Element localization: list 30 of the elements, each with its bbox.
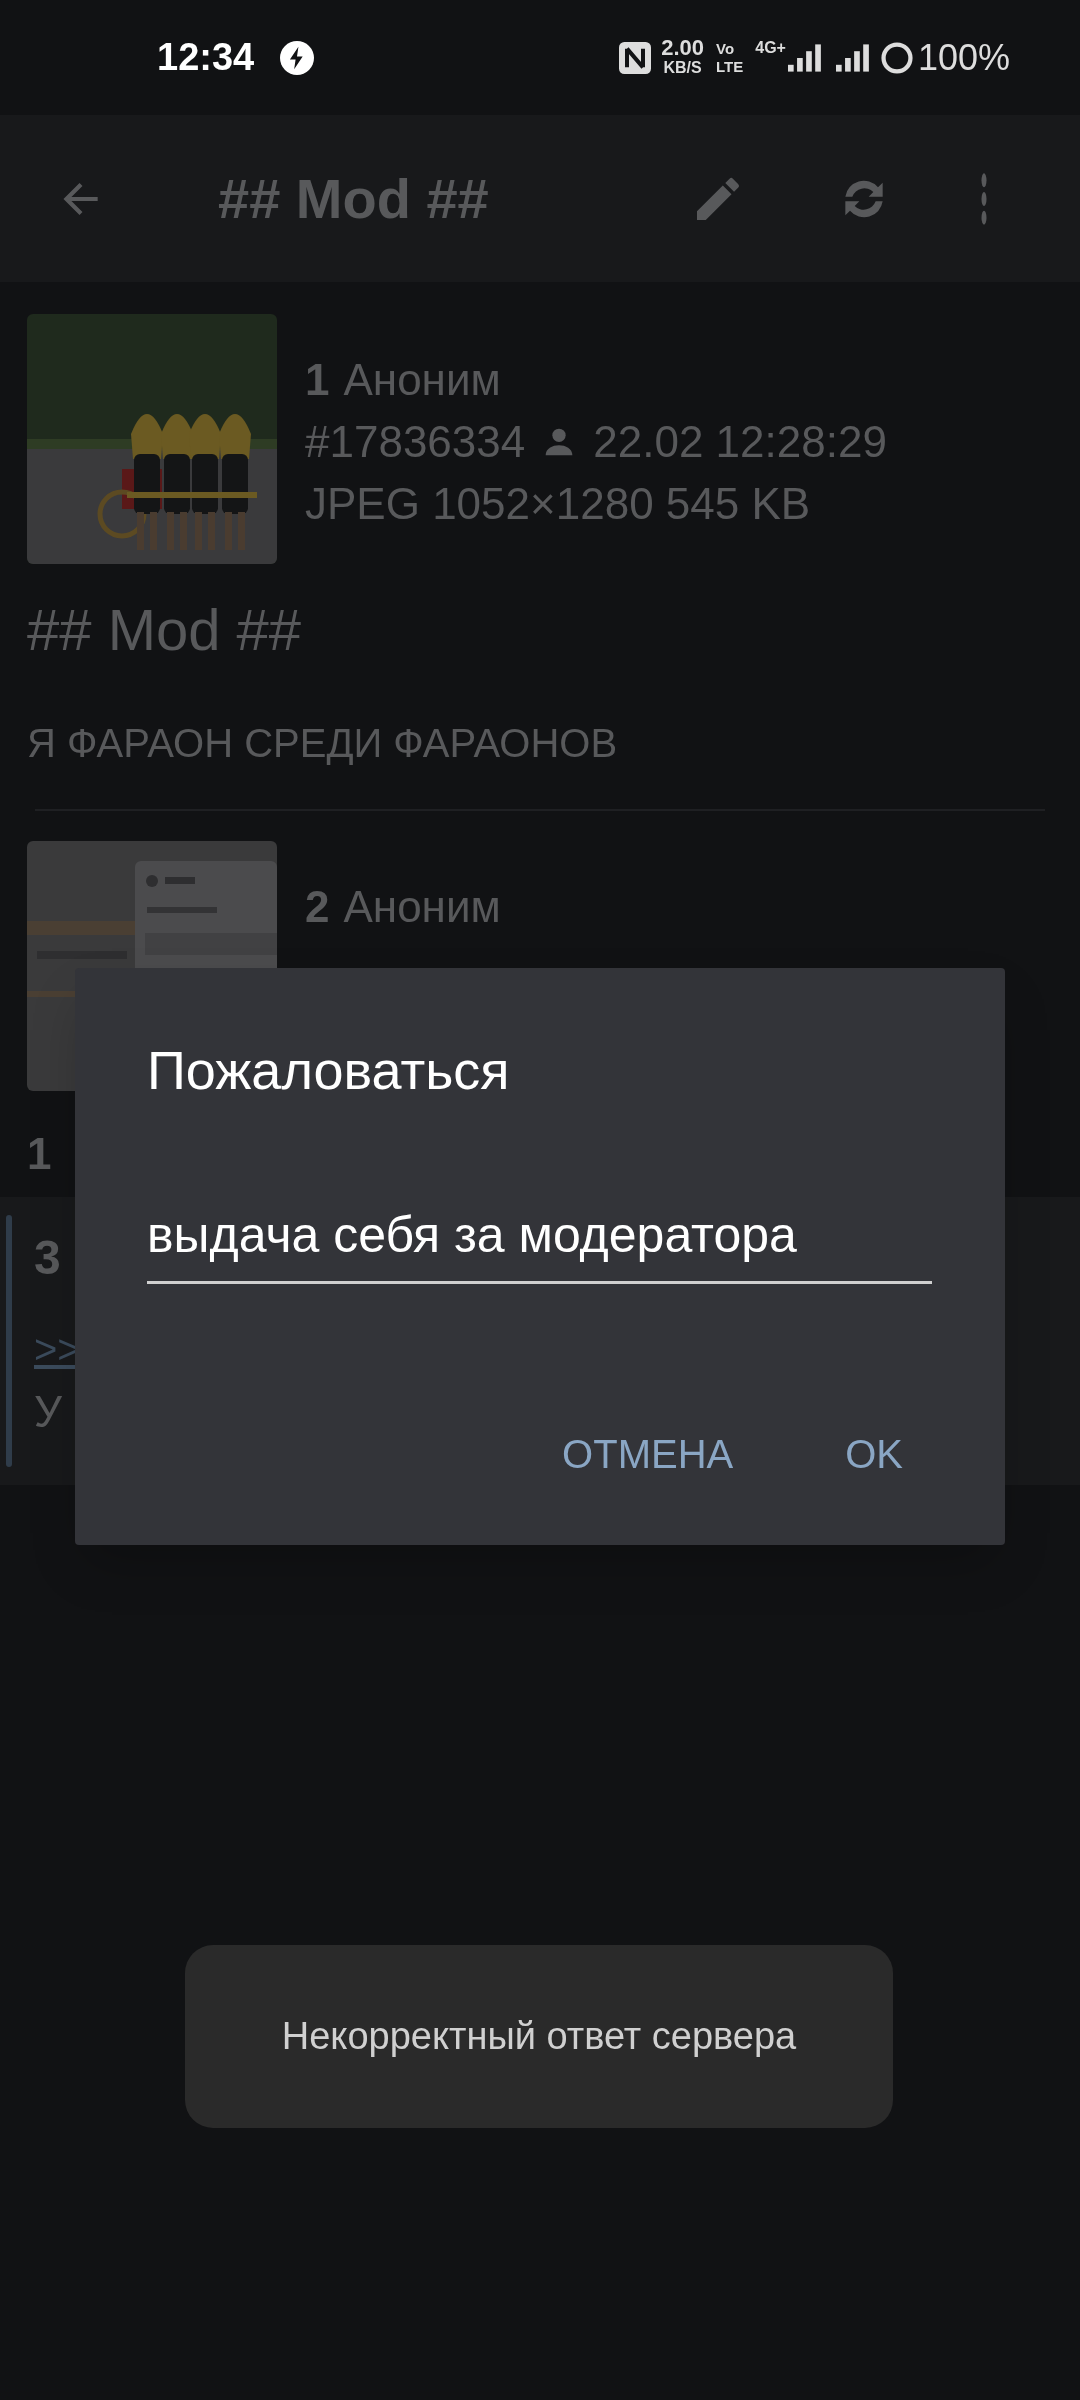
network-type: 4G+	[755, 38, 786, 58]
post-author: Аноним	[343, 881, 501, 933]
clock: 12:34	[157, 35, 255, 80]
post-text: 1	[27, 1129, 52, 1178]
signal-icon	[835, 42, 870, 73]
toast-message: Некорректный ответ сервера	[281, 2014, 797, 2059]
post-author: Аноним	[343, 354, 501, 406]
speed-unit: KB/S	[663, 57, 702, 78]
post-text: У	[34, 1387, 62, 1436]
battery-ring-icon	[879, 40, 914, 75]
post-text: Я ФАРАОН СРЕДИ ФАРАОНОВ	[27, 721, 618, 765]
reason-field[interactable]: выдача себя за модератора	[147, 1198, 932, 1284]
battery-level: 100%	[917, 35, 1010, 80]
speed-value: 2.00	[661, 37, 704, 58]
volte-label: LTE	[716, 57, 744, 76]
bolt-icon	[280, 40, 315, 75]
post-subject: ## Mod ##	[27, 596, 303, 664]
post-number: 2	[305, 881, 330, 933]
dialog-title: Пожаловаться	[147, 1039, 511, 1102]
post-id: #17836334	[305, 416, 526, 468]
post-number: 3	[34, 1230, 61, 1286]
file-info: JPEG 1052×1280 545 KB	[305, 478, 812, 530]
signal-icon	[787, 42, 822, 73]
nfc-icon	[619, 41, 652, 74]
ok-button[interactable]: OK	[839, 1414, 909, 1494]
cancel-button[interactable]: ОТМЕНА	[556, 1414, 740, 1494]
volte-label: Vo	[716, 39, 735, 58]
post-date: 22.02 12:28:29	[593, 416, 887, 468]
post-number: 1	[305, 354, 330, 406]
toolbar-title: ## Mod ##	[218, 165, 489, 232]
